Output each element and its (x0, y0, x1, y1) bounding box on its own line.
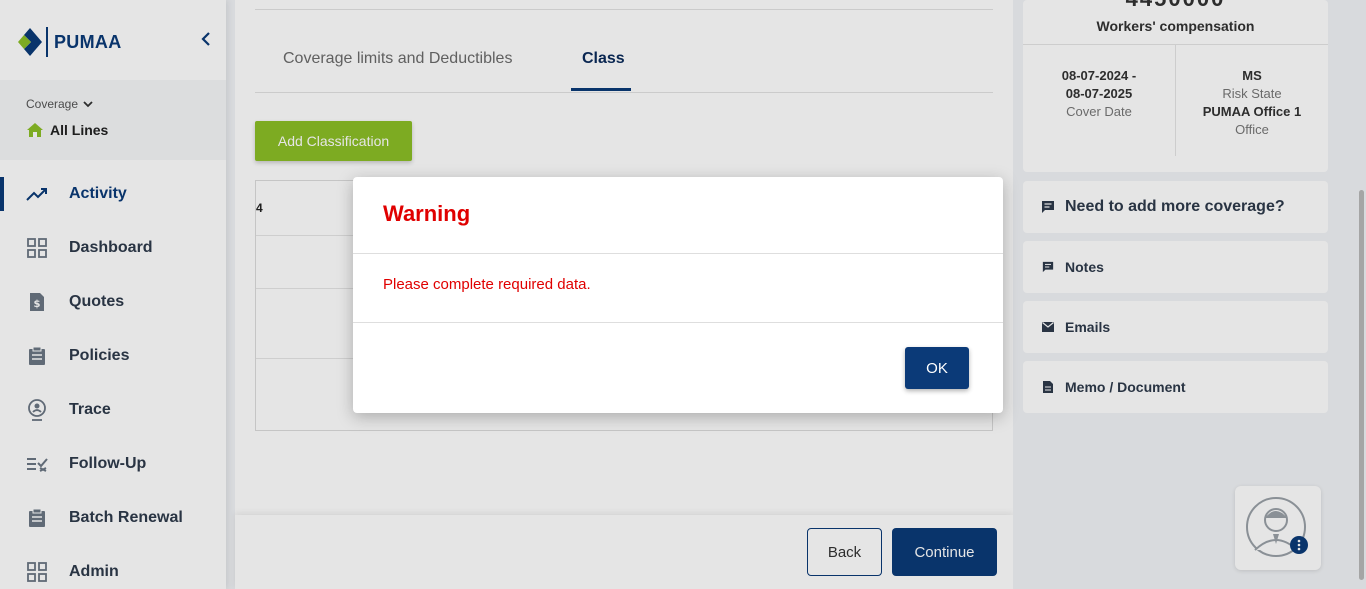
warning-message: Please complete required data. (383, 276, 591, 293)
warning-dialog: Warning Please complete required data. O… (353, 177, 1003, 413)
warning-title: Warning (383, 201, 471, 226)
ok-button[interactable]: OK (905, 347, 969, 389)
